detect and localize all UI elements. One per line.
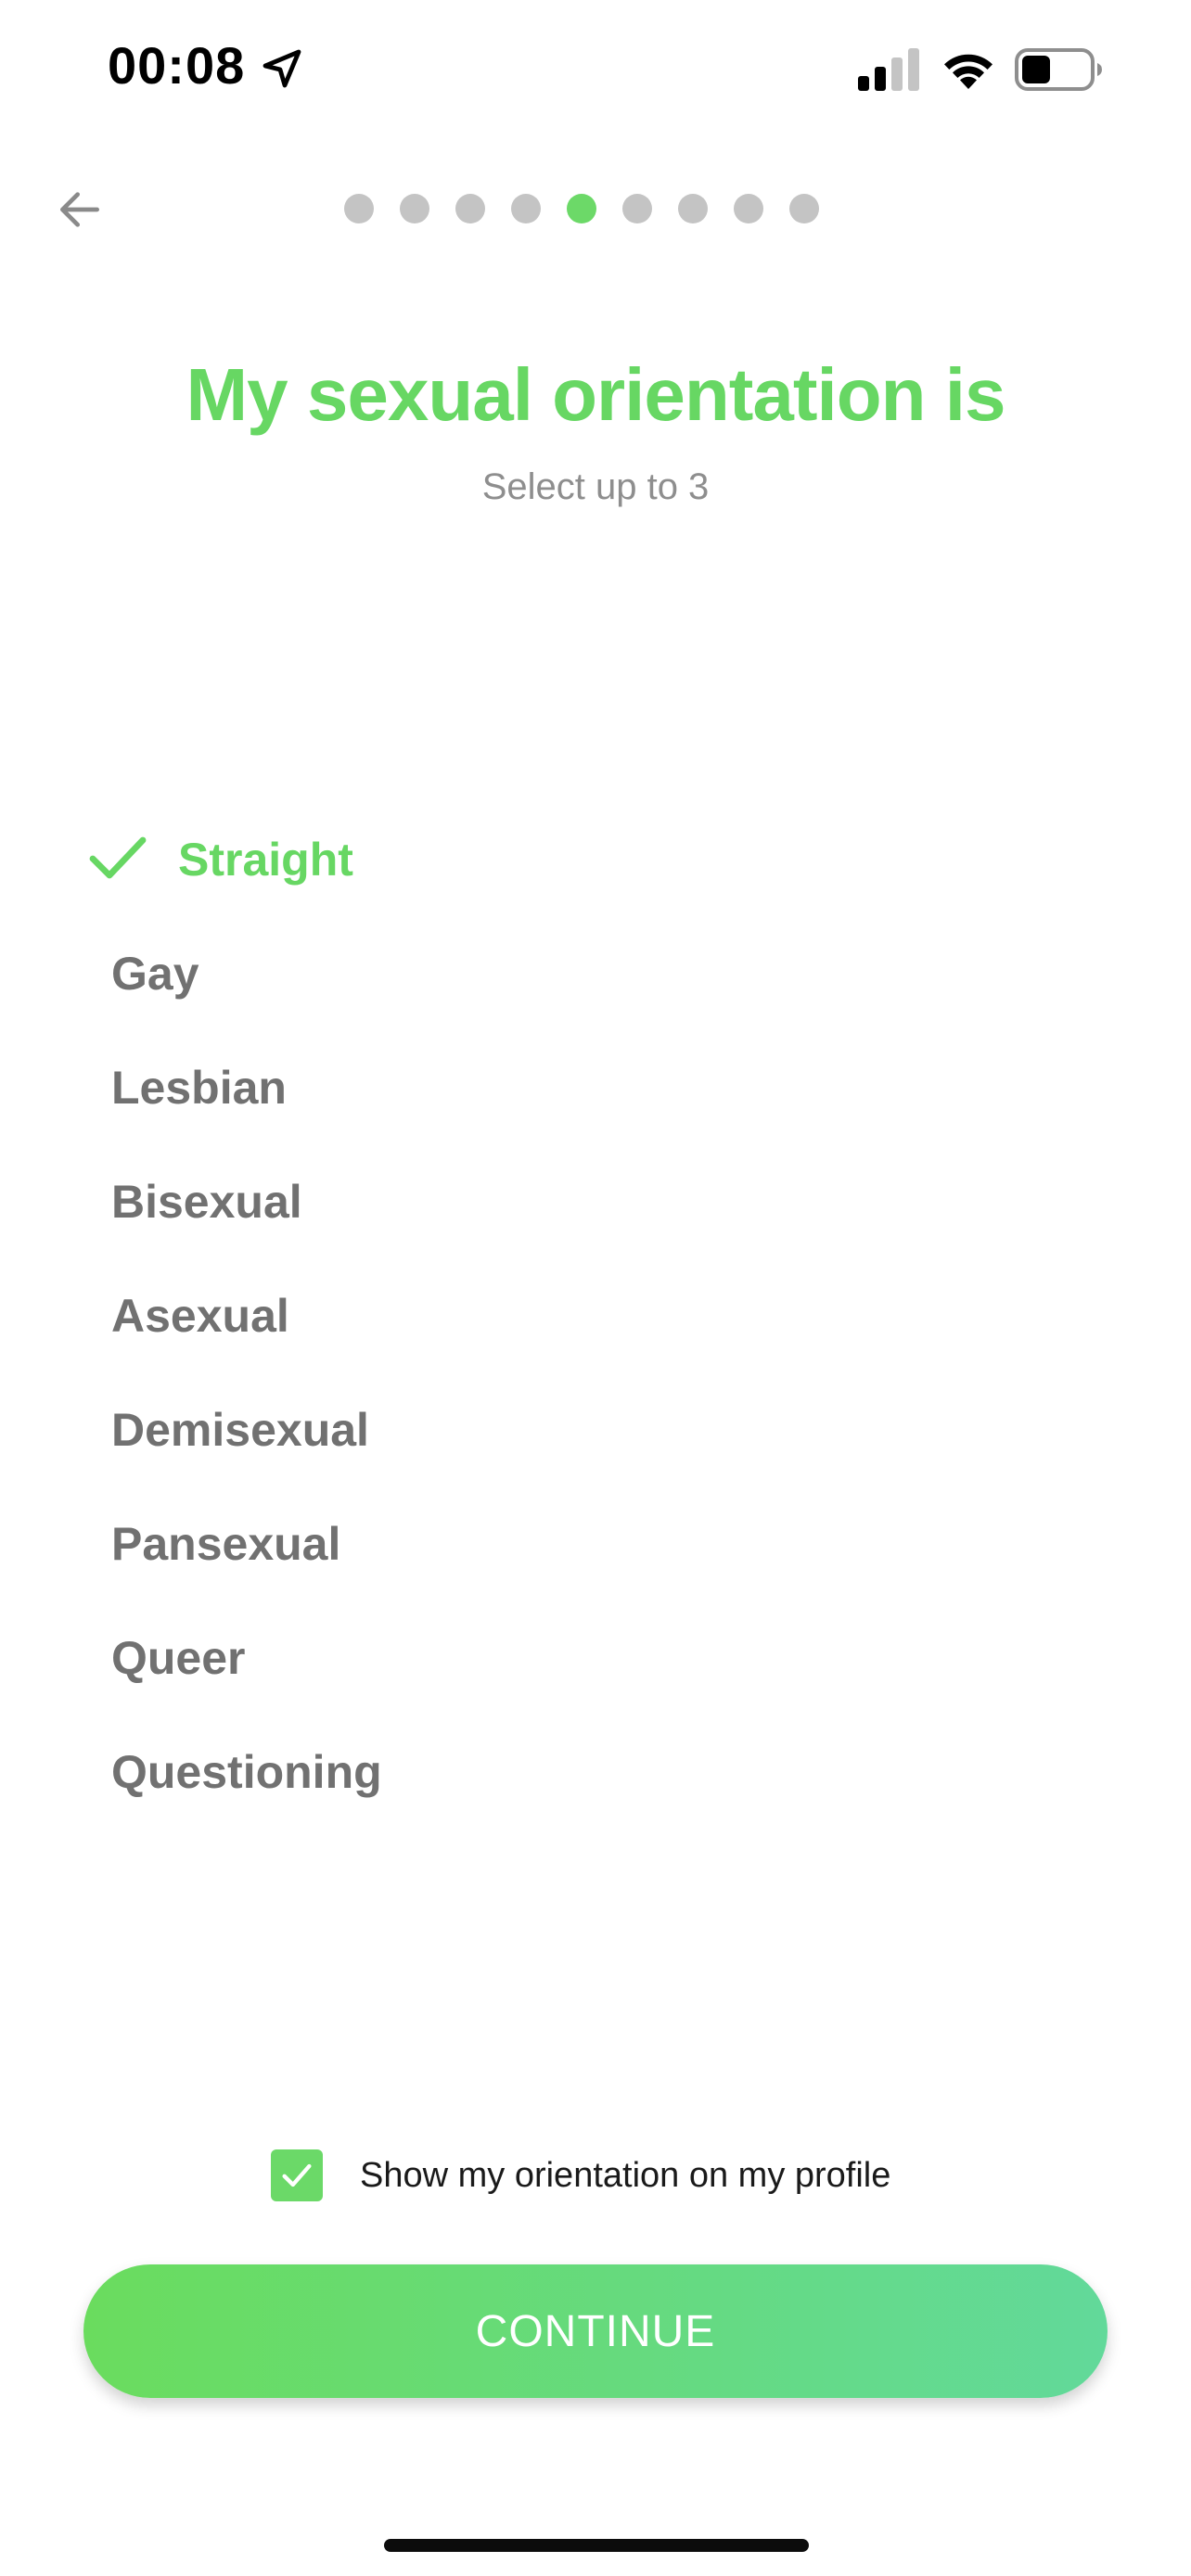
option-pansexual[interactable]: Pansexual — [0, 1502, 1191, 1616]
checkbox-checked[interactable] — [271, 2149, 323, 2201]
show-orientation-checkbox[interactable]: Show my orientation on my profile — [271, 2149, 890, 2201]
wifi-icon — [944, 54, 992, 89]
page-subtitle: Select up to 3 — [481, 466, 710, 507]
progress-dot — [455, 194, 485, 223]
option-label: Demisexual — [111, 1404, 369, 1456]
home-indicator — [384, 2539, 809, 2552]
progress-dot — [400, 194, 429, 223]
checkmark-icon — [282, 2163, 312, 2187]
option-bisexual[interactable]: Bisexual — [0, 1160, 1191, 1274]
option-label: Bisexual — [111, 1176, 302, 1228]
orientation-options-list: Straight Gay Lesbian Bisexual Asexual Demisex… — [0, 818, 1191, 1844]
continue-button[interactable]: CONTINUE — [83, 2264, 1108, 2398]
progress-dot — [789, 194, 819, 223]
option-label: Straight — [178, 834, 353, 886]
back-button[interactable] — [46, 176, 113, 243]
show-orientation-label: Show my orientation on my profile — [360, 2155, 891, 2195]
option-label: Queer — [111, 1632, 246, 1684]
option-straight[interactable]: Straight — [0, 818, 1191, 932]
status-bar: 00:08 — [0, 0, 1191, 139]
progress-dot-active — [567, 194, 596, 223]
option-label: Questioning — [111, 1746, 382, 1798]
option-gay[interactable]: Gay — [0, 932, 1191, 1046]
option-queer[interactable]: Queer — [0, 1616, 1191, 1730]
battery-icon — [1015, 48, 1102, 91]
progress-dot — [734, 194, 763, 223]
page-title: My sexual orientation is — [186, 353, 1006, 436]
option-lesbian[interactable]: Lesbian — [0, 1046, 1191, 1160]
option-label: Asexual — [111, 1290, 289, 1342]
option-questioning[interactable]: Questioning — [0, 1730, 1191, 1844]
option-label: Lesbian — [111, 1062, 287, 1114]
option-demisexual[interactable]: Demisexual — [0, 1388, 1191, 1502]
progress-dot — [511, 194, 541, 223]
location-arrow-icon — [263, 49, 301, 88]
arrow-left-icon — [60, 192, 99, 227]
cellular-signal-icon — [858, 48, 919, 91]
option-asexual[interactable]: Asexual — [0, 1274, 1191, 1388]
progress-dot — [344, 194, 374, 223]
status-time: 00:08 — [108, 36, 246, 95]
option-label: Gay — [111, 948, 199, 1000]
option-label: Pansexual — [111, 1518, 341, 1570]
checkmark-icon — [89, 836, 147, 879]
progress-dot — [678, 194, 708, 223]
progress-dot — [622, 194, 652, 223]
progress-indicator — [344, 194, 819, 223]
